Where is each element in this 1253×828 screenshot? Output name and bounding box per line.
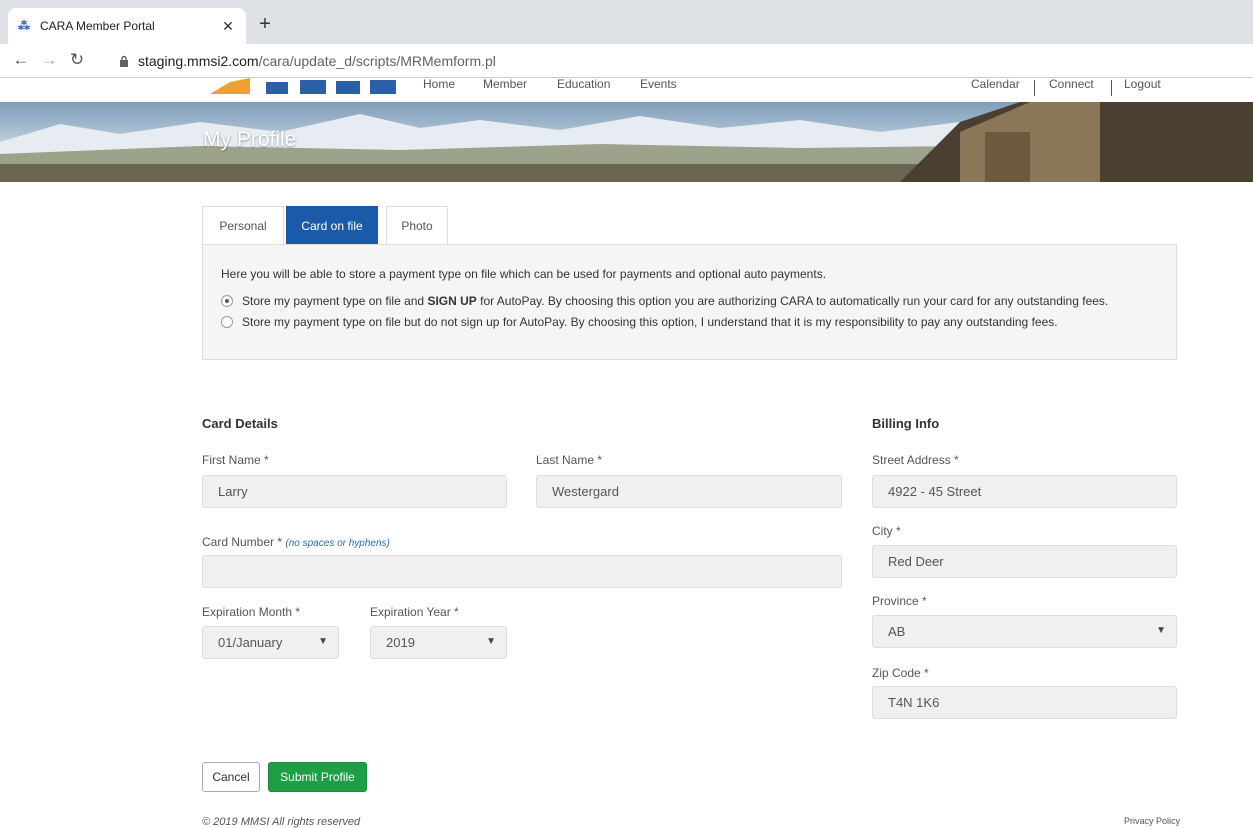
last-name-label: Last Name *	[536, 453, 603, 467]
close-tab-icon[interactable]: ✕	[220, 18, 236, 35]
exp-month-value: 01/January	[218, 635, 283, 650]
nav-home[interactable]: Home	[423, 77, 455, 91]
exp-year-value: 2019	[386, 635, 415, 650]
nav-logout[interactable]: Logout	[1124, 77, 1161, 91]
browser-tab[interactable]: ⁂ CARA Member Portal ✕	[8, 8, 246, 44]
card-number-hint: (no spaces or hyphens)	[285, 538, 390, 549]
no-autopay-option-row[interactable]: Store my payment type on file but do not…	[221, 315, 1058, 329]
url-host: staging.mmsi2.com	[138, 53, 259, 69]
card-details-heading: Card Details	[202, 416, 278, 431]
chevron-down-icon: ▼	[318, 636, 328, 647]
chevron-down-icon: ▼	[486, 636, 496, 647]
city-label: City *	[872, 524, 901, 538]
card-number-field[interactable]	[202, 555, 842, 588]
payment-options-panel: Here you will be able to store a payment…	[202, 244, 1177, 360]
browser-tab-title: CARA Member Portal	[40, 19, 155, 33]
cara-icon: ⁂	[18, 19, 30, 33]
nav-divider	[1111, 80, 1112, 96]
first-name-label: First Name *	[202, 453, 269, 467]
page-title: My Profile	[203, 128, 297, 151]
first-name-field[interactable]: Larry	[202, 475, 507, 508]
street-label: Street Address *	[872, 453, 959, 467]
cara-logo	[210, 78, 396, 94]
nav-education[interactable]: Education	[557, 77, 610, 91]
copyright: © 2019 MMSI All rights reserved	[202, 816, 361, 828]
nav-divider	[1034, 80, 1035, 96]
tab-card-on-file[interactable]: Card on file	[286, 206, 378, 244]
card-number-label: Card Number * (no spaces or hyphens)	[202, 535, 390, 549]
cancel-button[interactable]: Cancel	[202, 762, 260, 792]
no-autopay-option-label: Store my payment type on file but do not…	[242, 315, 1058, 329]
chevron-down-icon: ▼	[1156, 625, 1166, 636]
mountain-landscape-image	[0, 102, 1253, 182]
exp-month-select[interactable]: 01/January ▼	[202, 626, 339, 659]
autopay-option-row[interactable]: Store my payment type on file and SIGN U…	[221, 294, 1108, 308]
privacy-policy-link[interactable]: Privacy Policy	[1124, 816, 1180, 826]
nav-connect[interactable]: Connect	[1049, 77, 1094, 91]
exp-year-select[interactable]: 2019 ▼	[370, 626, 507, 659]
zip-field[interactable]: T4N 1K6	[872, 686, 1177, 719]
url-path: /cara/update_d/scripts/MRMemform.pl	[258, 53, 496, 69]
panel-intro: Here you will be able to store a payment…	[221, 267, 827, 281]
autopay-radio[interactable]	[221, 295, 233, 307]
submit-profile-button[interactable]: Submit Profile	[268, 762, 367, 792]
street-field[interactable]: 4922 - 45 Street	[872, 475, 1177, 508]
province-select[interactable]: AB ▼	[872, 615, 1177, 648]
no-autopay-radio[interactable]	[221, 316, 233, 328]
billing-info-heading: Billing Info	[872, 416, 940, 431]
browser-tab-bar: ⁂ CARA Member Portal ✕ +	[0, 0, 1253, 44]
lock-icon	[120, 55, 128, 67]
url-field[interactable]: staging.mmsi2.com/cara/update_d/scripts/…	[118, 53, 496, 69]
exp-month-label: Expiration Month *	[202, 605, 301, 619]
reload-icon[interactable]: ↻	[66, 50, 88, 70]
forward-icon[interactable]: →	[38, 50, 60, 70]
nav-member[interactable]: Member	[483, 77, 527, 91]
nav-events[interactable]: Events	[640, 77, 677, 91]
exp-year-label: Expiration Year *	[370, 605, 459, 619]
tab-personal[interactable]: Personal	[202, 206, 284, 244]
hero-banner: My Profile	[0, 102, 1253, 182]
new-tab-icon[interactable]: +	[254, 13, 276, 35]
autopay-option-label: Store my payment type on file and SIGN U…	[242, 294, 1109, 308]
last-name-field[interactable]: Westergard	[536, 475, 842, 508]
city-field[interactable]: Red Deer	[872, 545, 1177, 578]
back-icon[interactable]: ←	[10, 50, 32, 70]
province-label: Province *	[872, 594, 927, 608]
province-value: AB	[888, 624, 906, 639]
nav-calendar[interactable]: Calendar	[971, 77, 1020, 91]
tab-photo[interactable]: Photo	[386, 206, 448, 244]
zip-label: Zip Code *	[872, 666, 929, 680]
address-bar: ← → ↻ staging.mmsi2.com/cara/update_d/sc…	[0, 44, 1253, 78]
